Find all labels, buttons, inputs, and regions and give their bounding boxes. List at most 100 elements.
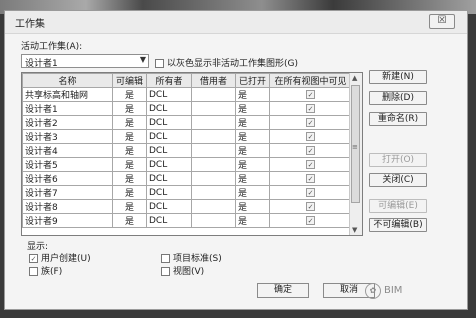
visible-checkbox[interactable]: ✓ [306,131,315,141]
borrower-cell[interactable] [191,129,236,144]
visible-all-views-cell[interactable]: ✓ [269,185,352,200]
new-button[interactable]: 新建(N) [369,70,427,84]
views-checkbox[interactable] [161,267,170,276]
scroll-down-icon[interactable]: ▼ [352,226,357,234]
visible-checkbox[interactable]: ✓ [306,145,315,155]
close-workset-button[interactable]: 关闭(C) [369,173,427,187]
open-button[interactable]: 打开(O) [369,153,427,167]
editable-cell[interactable]: 是 [112,157,147,172]
visible-all-views-cell[interactable]: ✓ [269,171,352,186]
show-families-option[interactable]: 族(F) [29,264,62,277]
owner-cell[interactable]: DCL [146,185,192,200]
opened-cell[interactable]: 是 [235,171,270,186]
borrower-cell[interactable] [191,157,236,172]
gray-inactive-option[interactable]: 以灰色显示非活动工作集图形(G) [155,56,298,69]
editable-cell[interactable]: 是 [112,171,147,186]
borrower-cell[interactable] [191,171,236,186]
delete-button[interactable]: 删除(D) [369,91,427,105]
editable-cell[interactable]: 是 [112,213,147,228]
visible-all-views-cell[interactable]: ✓ [269,101,352,116]
opened-cell[interactable]: 是 [235,185,270,200]
borrower-cell[interactable] [191,213,236,228]
families-checkbox[interactable] [29,267,38,276]
editable-cell[interactable]: 是 [112,115,147,130]
workset-name-cell[interactable]: 共享标高和轴网 [22,87,113,102]
table-row[interactable]: 设计者5 是 DCL 是 ✓ [22,157,352,172]
visible-checkbox[interactable]: ✓ [306,103,315,113]
editable-cell[interactable]: 是 [112,129,147,144]
owner-cell[interactable]: DCL [146,171,192,186]
show-project-standards-option[interactable]: 项目标准(S) [161,251,222,264]
workset-name-cell[interactable]: 设计者9 [22,213,113,228]
workset-name-cell[interactable]: 设计者4 [22,143,113,158]
owner-cell[interactable]: DCL [146,213,192,228]
table-row[interactable]: 设计者9 是 DCL 是 ✓ [22,213,352,228]
scroll-up-icon[interactable]: ▲ [352,74,357,82]
editable-cell[interactable]: 是 [112,199,147,214]
visible-checkbox[interactable]: ✓ [306,159,315,169]
editable-cell[interactable]: 是 [112,87,147,102]
visible-all-views-cell[interactable]: ✓ [269,115,352,130]
owner-cell[interactable]: DCL [146,115,192,130]
visible-checkbox[interactable]: ✓ [306,187,315,197]
borrower-cell[interactable] [191,143,236,158]
user-created-checkbox[interactable]: ✓ [29,254,38,263]
column-header-editable[interactable]: 可编辑 [112,73,147,88]
workset-name-cell[interactable]: 设计者6 [22,171,113,186]
gray-inactive-checkbox[interactable] [155,59,164,68]
table-row[interactable]: 设计者8 是 DCL 是 ✓ [22,199,352,214]
opened-cell[interactable]: 是 [235,157,270,172]
workset-name-cell[interactable]: 设计者5 [22,157,113,172]
column-header-owner[interactable]: 所有者 [146,73,192,88]
workset-name-cell[interactable]: 设计者2 [22,115,113,130]
ok-button[interactable]: 确定 [257,283,309,298]
owner-cell[interactable]: DCL [146,199,192,214]
visible-all-views-cell[interactable]: ✓ [269,213,352,228]
active-workset-dropdown[interactable]: 设计者1 ▼ [21,54,149,69]
column-header-visible-all-views[interactable]: 在所有视图中可见 [269,73,352,88]
table-row[interactable]: 设计者2 是 DCL 是 ✓ [22,115,352,130]
workset-name-cell[interactable]: 设计者1 [22,101,113,116]
table-row[interactable]: 设计者6 是 DCL 是 ✓ [22,171,352,186]
visible-checkbox[interactable]: ✓ [306,201,315,211]
visible-all-views-cell[interactable]: ✓ [269,157,352,172]
visible-all-views-cell[interactable]: ✓ [269,143,352,158]
table-row[interactable]: 设计者1 是 DCL 是 ✓ [22,101,352,116]
visible-all-views-cell[interactable]: ✓ [269,199,352,214]
workset-name-cell[interactable]: 设计者7 [22,185,113,200]
borrower-cell[interactable] [191,115,236,130]
column-header-name[interactable]: 名称 [22,73,113,88]
editable-button[interactable]: 可编辑(E) [369,199,427,213]
show-views-option[interactable]: 视图(V) [161,264,204,277]
opened-cell[interactable]: 是 [235,87,270,102]
visible-all-views-cell[interactable]: ✓ [269,129,352,144]
opened-cell[interactable]: 是 [235,129,270,144]
visible-all-views-cell[interactable]: ✓ [269,87,352,102]
borrower-cell[interactable] [191,199,236,214]
column-header-borrower[interactable]: 借用者 [191,73,236,88]
opened-cell[interactable]: 是 [235,101,270,116]
not-editable-button[interactable]: 不可编辑(B) [369,218,427,232]
workset-name-cell[interactable]: 设计者8 [22,199,113,214]
editable-cell[interactable]: 是 [112,143,147,158]
visible-checkbox[interactable]: ✓ [306,117,315,127]
editable-cell[interactable]: 是 [112,101,147,116]
table-row[interactable]: 设计者4 是 DCL 是 ✓ [22,143,352,158]
visible-checkbox[interactable]: ✓ [306,173,315,183]
opened-cell[interactable]: 是 [235,115,270,130]
project-standards-checkbox[interactable] [161,254,170,263]
owner-cell[interactable]: DCL [146,143,192,158]
owner-cell[interactable]: DCL [146,101,192,116]
visible-checkbox[interactable]: ✓ [306,215,315,225]
owner-cell[interactable]: DCL [146,129,192,144]
opened-cell[interactable]: 是 [235,143,270,158]
workset-name-cell[interactable]: 设计者3 [22,129,113,144]
table-row[interactable]: 共享标高和轴网是 DCL 是 ✓ [22,87,352,102]
borrower-cell[interactable] [191,87,236,102]
close-button[interactable]: ☒ [429,14,455,29]
rename-button[interactable]: 重命名(R) [369,112,427,126]
borrower-cell[interactable] [191,185,236,200]
owner-cell[interactable]: DCL [146,87,192,102]
opened-cell[interactable]: 是 [235,213,270,228]
show-user-created-option[interactable]: ✓ 用户创建(U) [29,251,91,264]
